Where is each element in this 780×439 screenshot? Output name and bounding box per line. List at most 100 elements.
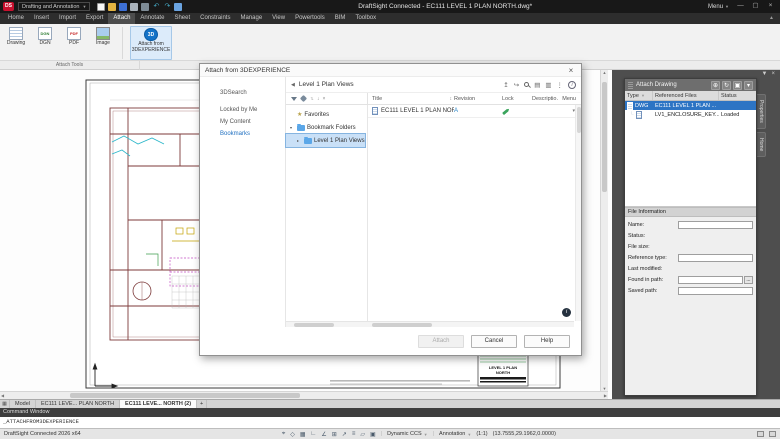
print-icon[interactable] [130,3,138,11]
palette-tab-properties[interactable]: Properties [757,94,766,129]
info-icon[interactable]: i [568,81,576,89]
maximize-button[interactable]: ▢ [749,1,762,12]
sheet-tab-ec111-leve-plan-north[interactable]: EC111 LEVE... PLAN NORTH [36,400,120,408]
sheet-list-icon[interactable]: ▦ [0,400,10,408]
options-icon[interactable]: ▾ [744,81,753,90]
list-vertical-scrollbar[interactable] [575,105,581,321]
scroll-up-icon[interactable]: ▲ [603,70,607,75]
export-icon[interactable]: ↥ [503,81,508,89]
workspace-dropdown[interactable]: Drafting and Annotation ▼ [18,2,90,11]
new-sheet-button[interactable]: + [197,400,207,408]
workspace-icon[interactable] [757,431,764,437]
tags-icon[interactable] [300,95,307,102]
entity-snap-toggle-icon[interactable]: ⊞ [332,431,337,438]
command-window-header[interactable]: Command Window [0,408,780,417]
ribbon-tab-annotate[interactable]: Annotate [135,13,169,24]
ribbon-tab-export[interactable]: Export [81,13,108,24]
undo-icon[interactable]: ↶ [152,3,160,11]
ribbon-tab-attach[interactable]: Attach [108,13,135,24]
lock-ui-icon[interactable] [769,431,776,437]
help-button[interactable]: Help [524,335,570,348]
scrollbar-thumb[interactable] [70,393,300,398]
sort-ascending-icon[interactable]: ↑↓ [310,96,313,102]
palette-header[interactable]: Attach Drawing ⊕↻▣▾ [625,79,756,91]
ribbon-tab-sheet[interactable]: Sheet [169,13,195,24]
canvas-vertical-scrollbar[interactable]: ▲ ▼ [600,70,608,391]
ribbon-tab-view[interactable]: View [267,13,290,24]
palette-column-referenced-files[interactable]: Referenced Files [653,91,719,100]
new-file-icon[interactable] [97,3,105,11]
snap-toggle-icon[interactable]: ◇ [290,431,295,438]
palette-column-status[interactable]: Status [719,91,756,100]
scale-label[interactable]: (1:1) [476,431,487,437]
list-view-icon[interactable]: ▤ [534,81,540,89]
annotation-scale-selector[interactable]: Annotation ▼ [439,431,471,437]
column-header-title[interactable]: Title↕ [368,96,454,102]
attach-reference-icon[interactable]: ⊕ [711,81,720,90]
close-button[interactable]: × [764,1,777,12]
columns-icon[interactable]: ▥ [545,81,551,89]
dialog-titlebar[interactable]: Attach from 3DEXPERIENCE × [200,64,581,77]
field-input[interactable] [678,287,753,295]
properties-icon[interactable] [174,3,182,11]
ortho-toggle-icon[interactable]: ∟ [311,431,317,438]
column-header-revision[interactable]: Revision [454,96,502,102]
tree-item-favorites[interactable]: ★Favorites [286,108,365,121]
pdf-button[interactable]: PDFPDF [62,26,86,60]
browse-button[interactable]: ... [744,276,753,284]
scrollbar-thumb[interactable] [602,82,607,192]
scroll-left-icon[interactable]: ◀ [1,393,4,398]
field-input[interactable] [678,254,753,262]
nav-item-locked-by-me[interactable]: Locked by Me [200,104,285,116]
menu-button[interactable]: Menu ▼ [708,4,729,10]
ribbon-tab-toolbox[interactable]: Toolbox [350,13,381,24]
ribbon-tab-powertools[interactable]: Powertools [290,13,330,24]
assistant-info-button[interactable]: i [562,308,571,317]
pointer-toggle-icon[interactable]: ⌖ [282,431,285,438]
ribbon-tab-home[interactable]: Home [3,13,29,24]
entity-track-toggle-icon[interactable]: ↗ [342,431,347,438]
ribbon-collapse-icon[interactable]: ▲ [769,13,774,24]
refresh-icon[interactable]: ↻ [722,81,731,90]
annotation-monitor-toggle-icon[interactable]: ▣ [370,431,376,438]
field-input[interactable] [678,276,743,284]
sheet-tab-model[interactable]: Model [10,400,36,408]
redo-icon[interactable]: ↷ [163,3,171,11]
close-palette-icon[interactable]: × [771,71,775,77]
ccs-selector[interactable]: Dynamic CCS ▼ [387,431,428,437]
search-icon[interactable] [524,82,529,87]
reference-row[interactable]: DWGEC111 LEVEL 1 PLAN ... [625,101,756,110]
ribbon-tab-import[interactable]: Import [54,13,81,24]
ribbon-tab-constraints[interactable]: Constraints [195,13,235,24]
column-header-menu[interactable]: Menu [562,96,581,102]
ribbon-tab-bim[interactable]: BIM [330,13,351,24]
reference-row[interactable]: └LV1_ENCLOSURE_KEY...Loaded [625,110,756,119]
sheet-tab-ec111-leve-north-2[interactable]: EC111 LEVE... NORTH (2) [120,400,197,408]
save-icon[interactable] [119,3,127,11]
drawing-button[interactable]: Drawing [4,26,28,60]
document-row[interactable]: EC111 LEVEL 1 PLAN NORTHA▾ [368,105,581,118]
scrollbar-thumb[interactable] [577,107,581,133]
column-header-descriptio[interactable]: Descriptio... [532,96,558,102]
filter-icon[interactable] [291,97,297,101]
scroll-right-icon[interactable]: ▶ [604,393,607,398]
plot-preview-icon[interactable] [141,3,149,11]
ribbon-tab-manage[interactable]: Manage [235,13,267,24]
tree-item-bookmark-folders[interactable]: ▾Bookmark Folders [286,121,365,134]
lineweight-toggle-icon[interactable]: ≡ [352,431,356,438]
dialog-close-icon[interactable]: × [566,66,576,75]
dynamic-input-toggle-icon[interactable]: ▱ [360,431,365,438]
nav-item-3dsearch[interactable]: 3DSearch [200,87,285,99]
tree-item-level-1-plan-views[interactable]: ▸Level 1 Plan Views [286,134,365,147]
image-button[interactable]: Image [91,26,115,60]
polar-toggle-icon[interactable]: ∠ [321,431,326,438]
share-icon[interactable]: ↪ [514,81,519,89]
ribbon-tab-insert[interactable]: Insert [29,13,54,24]
palette-column-type[interactable]: Type▼ [625,91,653,100]
nav-item-my-content[interactable]: My Content [200,116,285,128]
dgn-button[interactable]: DGNDGN [33,26,57,60]
column-header-lock[interactable]: Lock [502,96,532,102]
reference-table-empty[interactable] [625,119,756,207]
nav-item-bookmarks[interactable]: Bookmarks [200,128,285,140]
clear-filter-icon[interactable]: × [323,96,325,102]
